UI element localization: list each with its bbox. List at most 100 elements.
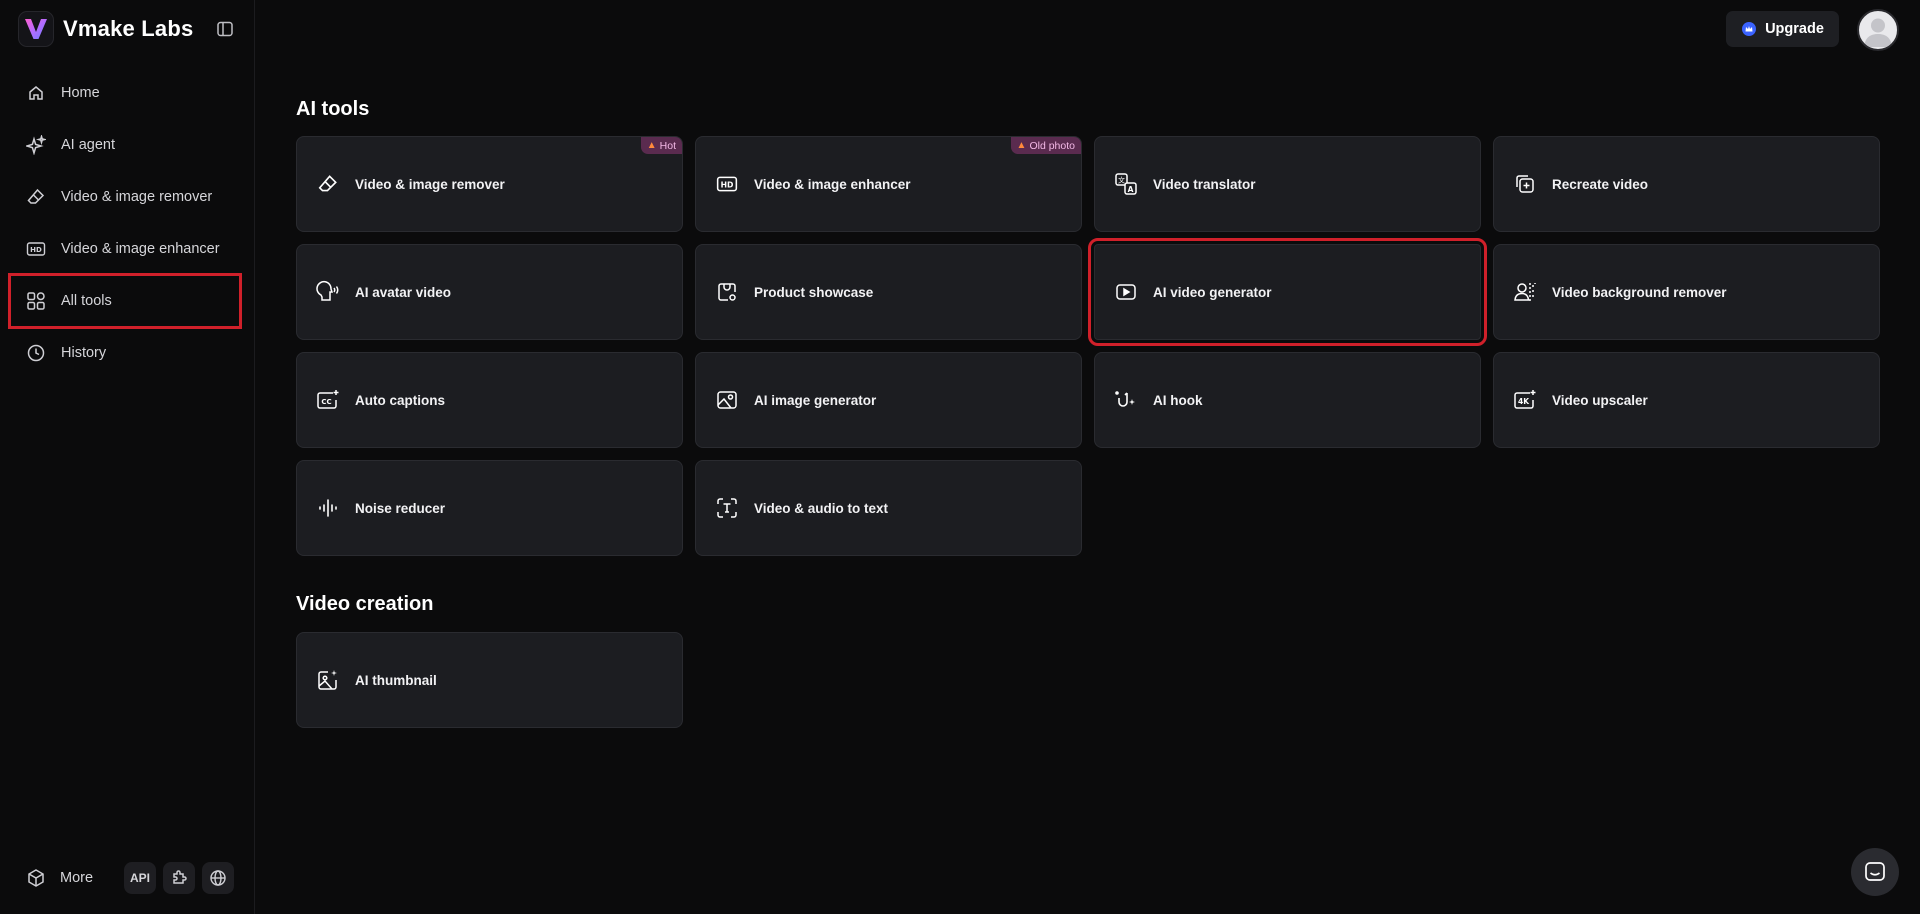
sidebar-item-label: Video & image remover (61, 189, 213, 205)
avatar-voice-icon (316, 280, 340, 304)
product-icon (715, 280, 739, 304)
tool-card-label: Video background remover (1552, 284, 1727, 300)
waveform-icon (316, 496, 340, 520)
tool-card-video-upscaler[interactable]: 4K Video upscaler (1493, 352, 1880, 448)
hook-icon (1114, 388, 1138, 412)
old-photo-badge: ▲ Old photo (1010, 137, 1081, 154)
4k-icon: 4K (1513, 388, 1537, 412)
text-frame-icon (715, 496, 739, 520)
svg-text:文: 文 (1118, 176, 1125, 185)
person-bg-icon (1513, 280, 1537, 304)
sidebar-item-history[interactable]: History (12, 329, 238, 377)
thumbnail-icon (316, 668, 340, 692)
hd-icon: HD (26, 239, 46, 259)
sidebar-item-home[interactable]: Home (12, 69, 238, 117)
svg-text:4K: 4K (1518, 397, 1530, 406)
clock-icon (26, 343, 46, 363)
grid-icon (26, 291, 46, 311)
chat-icon (1865, 862, 1885, 881)
sidebar-footer: More API (0, 842, 255, 914)
sidebar-item-video-image-remover[interactable]: Video & image remover (12, 173, 238, 221)
eraser-icon (316, 172, 340, 196)
tool-card-label: Recreate video (1552, 176, 1649, 192)
home-icon (26, 83, 46, 103)
plugin-icon (173, 870, 187, 884)
sidebar-toggle-button[interactable] (214, 18, 236, 40)
brand[interactable]: Vmake Labs (18, 11, 193, 47)
section-title-ai-tools: AI tools (296, 98, 370, 120)
upgrade-label: Upgrade (1765, 21, 1824, 37)
tool-card-video-audio-to-text[interactable]: Video & audio to text (695, 460, 1082, 556)
app-name: Vmake Labs (63, 16, 194, 41)
vmake-logo-icon (18, 11, 54, 47)
tool-card-label: AI video generator (1153, 284, 1272, 300)
sidebar-nav: Home AI agent Video & image remover HD V… (8, 69, 242, 381)
fire-icon: ▲ (646, 140, 657, 151)
tool-card-label: Auto captions (355, 392, 445, 408)
tool-card-label: AI avatar video (355, 284, 452, 300)
fire-icon: ▲ (1016, 140, 1027, 151)
more-label: More (60, 870, 94, 886)
captions-icon: CC (316, 388, 340, 412)
sidebar: Vmake Labs Home AI agent Video & image r… (0, 0, 255, 914)
language-button[interactable] (202, 862, 234, 894)
upgrade-button[interactable]: Upgrade (1726, 11, 1839, 47)
sidebar-item-video-image-enhancer[interactable]: HD Video & image enhancer (12, 225, 238, 273)
sidebar-item-label: Home (61, 85, 100, 101)
user-avatar[interactable] (1857, 9, 1899, 51)
svg-text:HD: HD (30, 246, 42, 254)
recreate-icon (1513, 172, 1537, 196)
sidebar-item-label: All tools (61, 293, 112, 309)
tool-card-video-translator[interactable]: 文A Video translator (1094, 136, 1481, 232)
sparkle-icon (26, 135, 46, 155)
tool-card-ai-thumbnail[interactable]: AI thumbnail (296, 632, 683, 728)
tool-card-ai-hook[interactable]: AI hook (1094, 352, 1481, 448)
tool-card-video-background-remover[interactable]: Video background remover (1493, 244, 1880, 340)
footer-buttons: API (124, 862, 234, 894)
tool-card-label: Video & image enhancer (754, 176, 911, 192)
tool-card-ai-image-generator[interactable]: AI image generator (695, 352, 1082, 448)
support-chat-button[interactable] (1851, 848, 1899, 896)
tool-card-noise-reducer[interactable]: Noise reducer (296, 460, 683, 556)
eraser-icon (26, 187, 46, 207)
api-button[interactable]: API (124, 862, 156, 894)
tool-card-label: Video translator (1153, 176, 1256, 192)
cube-icon (26, 868, 46, 888)
section-title-video-creation: Video creation (296, 593, 434, 615)
svg-text:CC: CC (321, 398, 331, 406)
user-avatar-icon (1864, 18, 1892, 47)
hot-badge: ▲ Hot (640, 137, 682, 154)
play-icon (1114, 280, 1138, 304)
translate-icon: 文A (1114, 172, 1138, 196)
image-gen-icon (715, 388, 739, 412)
sidebar-item-label: AI agent (61, 137, 116, 153)
tool-card-label: Video & audio to text (754, 500, 889, 516)
tool-card-label: AI thumbnail (355, 672, 437, 688)
hd-icon: HD (715, 172, 739, 196)
tool-card-label: Noise reducer (355, 500, 446, 516)
sidebar-item-label: Video & image enhancer (61, 241, 220, 257)
badge-label: Hot (659, 139, 676, 152)
svg-text:HD: HD (721, 180, 734, 189)
tool-card-label: AI image generator (754, 392, 877, 408)
tool-card-recreate-video[interactable]: Recreate video (1493, 136, 1880, 232)
tool-card-video-image-remover[interactable]: Video & image remover ▲ Hot (296, 136, 683, 232)
tool-card-auto-captions[interactable]: CC Auto captions (296, 352, 683, 448)
crown-badge-icon (1741, 21, 1757, 37)
globe-icon (210, 870, 226, 886)
tool-card-label: AI hook (1153, 392, 1203, 408)
svg-text:A: A (1128, 185, 1134, 194)
tool-card-product-showcase[interactable]: Product showcase (695, 244, 1082, 340)
tool-card-video-image-enhancer[interactable]: HD Video & image enhancer ▲ Old photo (695, 136, 1082, 232)
tool-card-ai-avatar-video[interactable]: AI avatar video (296, 244, 683, 340)
tool-card-ai-video-generator[interactable]: AI video generator (1088, 238, 1487, 346)
tool-card-label: Product showcase (754, 284, 874, 300)
plugin-button[interactable] (163, 862, 195, 894)
sidebar-item-ai-agent[interactable]: AI agent (12, 121, 238, 169)
tool-card-label: Video & image remover (355, 176, 505, 192)
sidebar-item-all-tools[interactable]: All tools (8, 273, 242, 329)
sidebar-toggle-icon (217, 21, 233, 37)
sidebar-item-label: History (61, 345, 107, 361)
tool-card-label: Video upscaler (1552, 392, 1648, 408)
more-button[interactable]: More (26, 868, 93, 888)
